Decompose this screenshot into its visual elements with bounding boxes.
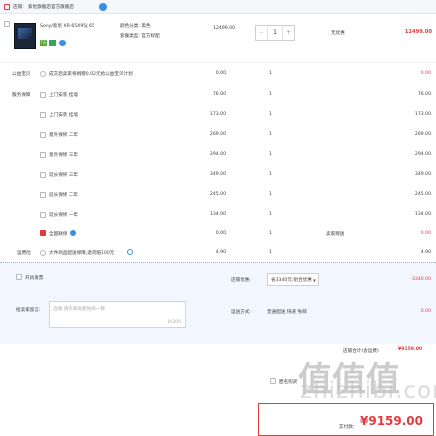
- quantity-stepper[interactable]: − 1 +: [255, 25, 295, 41]
- service-qty: 1: [269, 212, 272, 217]
- product-title[interactable]: Sony/索尼 XR-65X95J 65英...: [40, 23, 94, 29]
- message-label: 给卖家留言:: [16, 308, 41, 313]
- warranty-price: 0.00: [215, 231, 226, 236]
- service-price: 134.00: [209, 212, 226, 217]
- warranty-checkbox[interactable]: [40, 230, 46, 236]
- freight-text: 大件商品配送保障,退货赔100元: [49, 251, 115, 256]
- service-checkbox[interactable]: [40, 112, 46, 118]
- coupon-amount: -3340.00: [410, 277, 431, 282]
- final-price-label: 实付款:: [339, 425, 355, 430]
- charity-text: 成交后卖家将捐赠0.02元给公益宝贝计划: [49, 72, 133, 77]
- service-qty: 1: [269, 152, 272, 157]
- service-qty: 1: [269, 192, 272, 197]
- watermark-text: zhizhibi.com: [300, 378, 436, 404]
- final-price: ¥9159.00: [360, 414, 424, 428]
- product-attr-package: 套餐类型: 官方标配: [120, 34, 160, 39]
- service-label[interactable]: 延长保修 一年: [49, 212, 78, 218]
- store-name[interactable]: 索尼旗舰店官方旗舰店: [28, 4, 74, 10]
- freight-qty: 1: [269, 250, 272, 255]
- service-subtotal: 349.00: [414, 172, 431, 177]
- dotted-divider: [0, 262, 436, 263]
- message-textarea[interactable]: 选填,请先和商家协商一致 0/200: [49, 301, 186, 328]
- warranty-qty: 1: [269, 231, 272, 236]
- seven-day-return-badge: 7天: [40, 40, 47, 46]
- info-icon[interactable]: [70, 230, 76, 236]
- quantity-value[interactable]: 1: [267, 26, 283, 40]
- store-icon: [4, 4, 10, 10]
- freight-subtotal: 4.90: [420, 250, 431, 255]
- anonymous-label[interactable]: 匿名购买: [279, 379, 297, 385]
- coupon-label: 店铺优惠:: [231, 278, 251, 283]
- charity-qty: 1: [269, 71, 272, 76]
- invoice-checkbox[interactable]: [16, 274, 22, 280]
- service-label[interactable]: 延长保修 二年: [49, 192, 78, 198]
- service-checkbox[interactable]: [40, 172, 46, 178]
- service-label[interactable]: 延长保修 三年: [49, 172, 78, 178]
- product-discount: 无优惠: [331, 31, 345, 36]
- anonymous-checkbox[interactable]: [270, 378, 276, 384]
- product-subtotal: 12499.00: [404, 29, 432, 35]
- service-label[interactable]: 意外保修 三年: [49, 152, 78, 158]
- service-subtotal: 269.00: [414, 132, 431, 137]
- message-placeholder: 选填,请先和商家协商一致: [53, 307, 105, 312]
- service-checkbox[interactable]: [40, 152, 46, 158]
- charity-group-label: 公益宝贝: [12, 72, 31, 77]
- guarantee-badge-icon: [49, 40, 56, 46]
- quantity-decrease-button[interactable]: −: [256, 26, 267, 40]
- service-price: 349.00: [209, 172, 226, 177]
- wangwang-chat-icon[interactable]: [99, 3, 107, 11]
- service-price: 294.00: [209, 152, 226, 157]
- service-qty: 1: [269, 112, 272, 117]
- service-checkbox[interactable]: [40, 212, 46, 218]
- help-icon[interactable]: [127, 249, 133, 255]
- service-qty: 1: [269, 132, 272, 137]
- product-attr-color: 颜色分类: 黑色: [120, 24, 151, 29]
- product-thumbnail[interactable]: [14, 23, 36, 49]
- service-price: 76.00: [212, 92, 226, 97]
- service-checkbox[interactable]: [40, 132, 46, 138]
- charity-price: 0.00: [215, 71, 226, 76]
- warranty-subtotal: 0.00: [420, 231, 431, 236]
- charity-radio[interactable]: [40, 71, 46, 77]
- service-label[interactable]: 意外保修 二年: [49, 132, 78, 138]
- warranty-note: 卖家赠送: [326, 232, 345, 237]
- freight-radio[interactable]: [40, 250, 46, 256]
- service-qty: 1: [269, 172, 272, 177]
- service-subtotal: 294.00: [414, 152, 431, 157]
- store-label: 店铺:: [13, 5, 24, 10]
- charity-subtotal: 0.00: [420, 71, 431, 76]
- shipping-label: 运送方式:: [231, 310, 251, 315]
- product-unit-price: 12499.00: [213, 26, 235, 31]
- invoice-label[interactable]: 开具发票: [25, 275, 43, 281]
- service-checkbox[interactable]: [40, 192, 46, 198]
- coupon-selected-value: 省3340元:组合优惠: [271, 278, 312, 283]
- service-group-label: 服务保障: [12, 93, 31, 98]
- divider: [0, 62, 436, 63]
- coupon-select[interactable]: 省3340元:组合优惠 ▼: [267, 273, 319, 286]
- message-char-count: 0/200: [167, 320, 181, 325]
- warranty-label[interactable]: 全国联保: [49, 231, 67, 237]
- service-price: 269.00: [209, 132, 226, 137]
- freight-group-label: 运费险: [17, 251, 31, 256]
- shipping-amount: 0.00: [420, 309, 431, 314]
- product-checkbox[interactable]: [4, 21, 10, 27]
- service-subtotal: 173.00: [414, 112, 431, 117]
- quantity-increase-button[interactable]: +: [283, 26, 294, 40]
- shipping-value: 普通配送 快递 免邮: [267, 310, 307, 315]
- store-total-amount: ¥9159.00: [398, 347, 423, 352]
- freight-price: 4.90: [215, 250, 226, 255]
- service-label[interactable]: 上门安装 挂墙: [49, 112, 78, 118]
- service-label[interactable]: 上门安装 挂墙: [49, 92, 78, 98]
- service-subtotal: 134.00: [414, 212, 431, 217]
- service-subtotal: 245.00: [414, 192, 431, 197]
- service-subtotal: 76.00: [417, 92, 431, 97]
- chevron-down-icon: ▼: [312, 278, 316, 283]
- service-badge-icon: [59, 40, 66, 46]
- service-qty: 1: [269, 92, 272, 97]
- service-price: 245.00: [209, 192, 226, 197]
- service-checkbox[interactable]: [40, 92, 46, 98]
- service-price: 173.00: [209, 112, 226, 117]
